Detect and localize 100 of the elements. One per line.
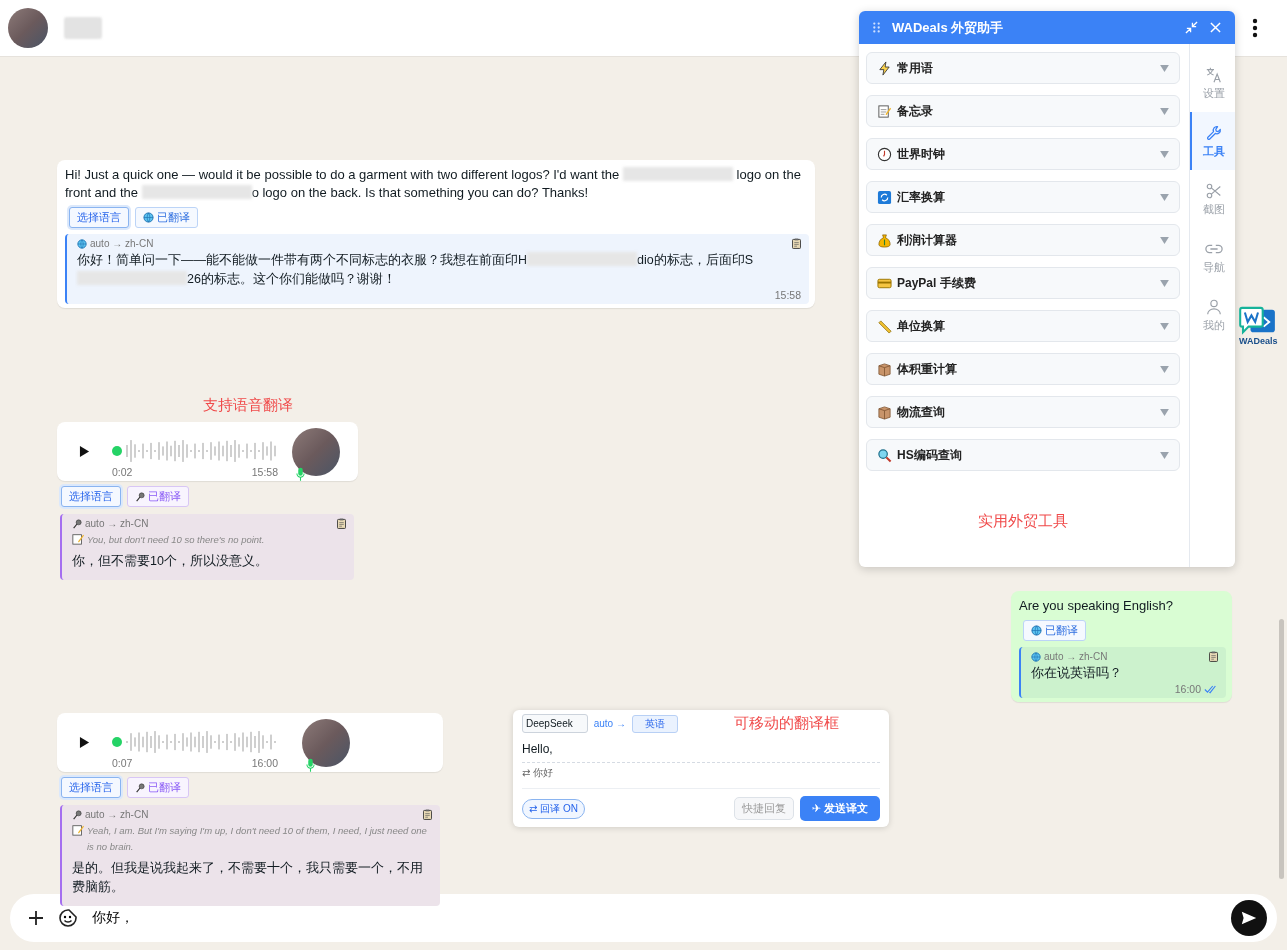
tool-item[interactable]: PayPal 手续费 — [866, 267, 1180, 299]
message-time: 16:00 — [251, 756, 278, 769]
language-button[interactable]: 选择语言 — [61, 777, 121, 798]
microphone-icon — [296, 466, 305, 482]
money-bag-icon — [877, 232, 892, 248]
language-route: auto → zh-CN — [85, 809, 149, 820]
close-icon[interactable] — [1210, 22, 1221, 33]
translated-button[interactable]: 已翻译 — [135, 207, 198, 228]
translated-text: 是的。但我是说我起来了，不需要十个，我只需要一个，不用费脑筋。 — [72, 860, 424, 896]
clipboard-icon[interactable] — [337, 518, 346, 529]
message-time: 16:00 — [1174, 683, 1201, 695]
tool-item[interactable]: 物流查询 — [866, 396, 1180, 428]
language-route: auto → zh-CN — [1044, 651, 1108, 662]
globe-icon — [1031, 625, 1042, 636]
memo-icon — [72, 824, 84, 836]
message-time: 15:58 — [774, 289, 801, 301]
clipboard-icon[interactable] — [1209, 651, 1218, 662]
menu-icon[interactable] — [1252, 18, 1258, 38]
memo-icon — [877, 103, 892, 119]
target-language[interactable]: 英语 — [631, 714, 678, 733]
voice-duration: 0:07 — [112, 756, 133, 769]
tool-item[interactable]: HS编码查询 — [866, 439, 1180, 471]
drag-handle-icon[interactable] — [873, 22, 880, 33]
globe-icon — [77, 238, 87, 249]
tool-item[interactable]: 汇率换算 — [866, 181, 1180, 213]
ruler-icon — [877, 318, 892, 334]
translated-button[interactable]: 已翻译 — [127, 777, 189, 798]
back-translation: ⇄ 你好 — [522, 763, 880, 789]
sticker-icon[interactable] — [58, 908, 78, 928]
scrollbar[interactable] — [1279, 619, 1284, 879]
panel-title: WADeals 外贸助手 — [892, 18, 1005, 37]
quick-reply-button[interactable]: 快捷回复 — [733, 797, 794, 820]
redacted-name — [64, 17, 102, 39]
message-text: Are you speaking English? — [1019, 597, 1174, 615]
tool-item[interactable]: 体积重计算 — [866, 353, 1180, 385]
caret-icon — [1160, 150, 1169, 158]
message-input[interactable]: 你好， — [90, 909, 1231, 927]
caret-icon — [1160, 279, 1169, 287]
sidebar-tab[interactable]: 工具 — [1190, 112, 1235, 170]
avatar[interactable] — [8, 8, 48, 48]
person-icon — [1204, 297, 1223, 316]
language-route: auto → zh-CN — [85, 518, 149, 529]
lightning-icon — [877, 60, 892, 76]
annotation-label: 实用外贸工具 — [977, 512, 1069, 531]
globe-icon — [1031, 651, 1041, 662]
microphone-icon — [135, 491, 145, 502]
transcript-text: Yeah, I am. But I'm saying I'm up, I don't need 10 of them, I need, I just need one is no brain. — [87, 824, 428, 854]
send-icon — [1240, 909, 1258, 927]
microphone-icon — [135, 782, 145, 793]
back-translate-toggle[interactable]: ⇄ 回译 ON — [522, 798, 585, 819]
microphone-icon — [306, 757, 315, 773]
memo-icon — [72, 533, 84, 545]
tool-item[interactable]: 常用语 — [866, 52, 1180, 84]
language-button[interactable]: 选择语言 — [69, 207, 129, 228]
translated-text: 你好！简单问一下——能不能做一件带有两个不同标志的衣服？我想在前面印H dio的标志，后面印S 26的标志。这个你们能做吗？谢谢！ — [77, 251, 755, 288]
wrench-icon — [1204, 123, 1223, 142]
play-icon[interactable] — [79, 736, 90, 749]
message-time: 15:58 — [251, 465, 278, 478]
caret-icon — [1160, 107, 1169, 115]
language-button[interactable]: 选择语言 — [61, 486, 121, 507]
translated-button[interactable]: 已翻译 — [1023, 620, 1086, 641]
box-icon — [877, 361, 892, 377]
send-button[interactable] — [1231, 900, 1267, 936]
send-translation-button[interactable]: ✈ 发送译文 — [799, 796, 880, 821]
refresh-icon — [877, 189, 892, 205]
scissors-icon — [1204, 181, 1223, 200]
caret-icon — [1160, 365, 1169, 373]
tool-item[interactable]: 单位换算 — [866, 310, 1180, 342]
translate-icon — [1204, 65, 1223, 84]
engine-select[interactable]: DeepSeek — [522, 714, 588, 733]
tool-item[interactable]: 世界时钟 — [866, 138, 1180, 170]
caret-icon — [1160, 451, 1169, 459]
caret-icon — [1160, 193, 1169, 201]
voice-duration: 0:02 — [112, 465, 133, 478]
collapse-icon[interactable] — [1185, 21, 1198, 34]
tool-item[interactable]: 备忘录 — [866, 95, 1180, 127]
translated-button[interactable]: 已翻译 — [127, 486, 189, 507]
avatar — [292, 427, 340, 476]
magnifier-icon — [877, 447, 892, 463]
annotation-label: 可移动的翻译框 — [733, 714, 839, 733]
plus-icon[interactable] — [28, 910, 44, 926]
clipboard-icon[interactable] — [423, 809, 432, 820]
logo-icon[interactable] — [1239, 306, 1278, 336]
clipboard-icon[interactable] — [792, 238, 801, 249]
annotation-label: 支持语音翻译 — [203, 396, 293, 415]
panel-header[interactable]: WADeals 外贸助手 — [859, 11, 1235, 44]
play-icon[interactable] — [79, 445, 90, 458]
composer-bar[interactable]: 你好， — [10, 894, 1277, 942]
microphone-icon — [72, 518, 82, 529]
translation-input[interactable]: Hello, — [522, 742, 880, 763]
language-route: auto → zh-CN — [90, 238, 154, 249]
logo-label[interactable]: WADeals — [1239, 336, 1278, 346]
tool-item[interactable]: 利润计算器 — [866, 224, 1180, 256]
sidebar-tab[interactable]: 导航 — [1190, 228, 1235, 286]
sidebar-tab[interactable]: 截图 — [1190, 170, 1235, 228]
source-language[interactable]: auto → — [593, 718, 626, 729]
sidebar-tab[interactable]: 设置 — [1190, 54, 1235, 112]
sidebar-tab[interactable]: 我的 — [1190, 286, 1235, 344]
caret-icon — [1160, 236, 1169, 244]
avatar — [302, 718, 350, 767]
